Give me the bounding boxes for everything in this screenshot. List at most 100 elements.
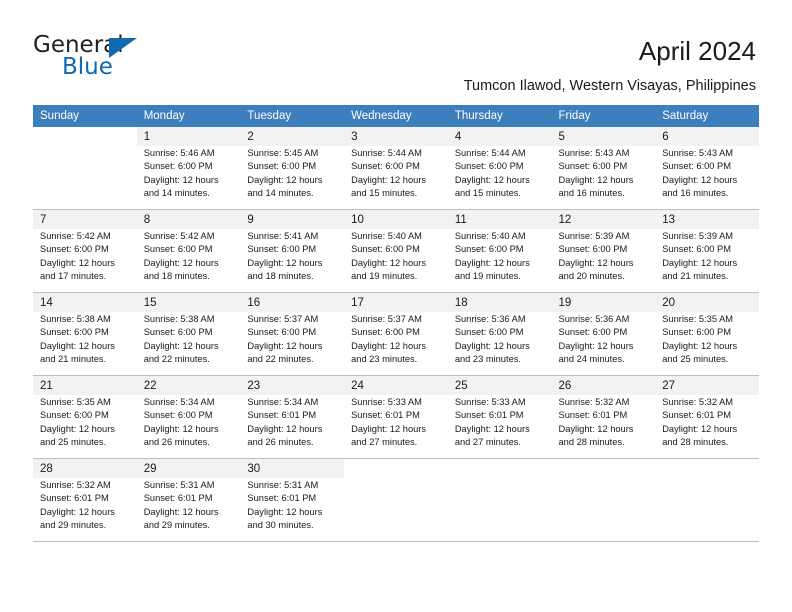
calendar-week-row: 28 Sunrise: 5:32 AM Sunset: 6:01 PM Dayl… [33,458,759,542]
day-info: Sunrise: 5:31 AM Sunset: 6:01 PM Dayligh… [143,480,219,531]
weekday-header-friday: Friday [551,105,656,127]
day-number: 7 [40,214,47,226]
day-info: Sunrise: 5:42 AM Sunset: 6:00 PM Dayligh… [40,231,115,282]
page-subtitle: Tumcon Ilawod, Western Visayas, Philippi… [463,78,756,94]
day-number: 20 [662,297,676,309]
calendar-day-cell[interactable]: 26 Sunrise: 5:32 AM Sunset: 6:01 PM Dayl… [551,375,656,459]
day-number: 11 [454,214,467,226]
day-number: 1 [143,131,151,143]
day-number: 5 [558,131,565,143]
calendar-day-cell [33,127,137,210]
calendar-day-cell[interactable]: 8 Sunrise: 5:42 AM Sunset: 6:00 PM Dayli… [136,209,241,293]
day-info: Sunrise: 5:43 AM Sunset: 6:00 PM Dayligh… [662,148,738,199]
day-number: 4 [454,131,462,143]
calendar-day-cell[interactable]: 10 Sunrise: 5:40 AM Sunset: 6:00 PM Dayl… [344,209,448,293]
day-info: Sunrise: 5:45 AM Sunset: 6:00 PM Dayligh… [247,148,323,199]
sunrise-sunset-calendar: Sunday Monday Tuesday Wednesday Thursday… [33,105,759,542]
day-number: 29 [143,463,157,475]
day-info: Sunrise: 5:35 AM Sunset: 6:00 PM Dayligh… [40,397,115,448]
day-number: 17 [351,297,364,309]
calendar-day-cell[interactable]: 30 Sunrise: 5:31 AM Sunset: 6:01 PM Dayl… [240,458,345,542]
calendar-day-cell[interactable]: 11 Sunrise: 5:40 AM Sunset: 6:00 PM Dayl… [447,209,552,293]
day-number: 22 [143,380,157,392]
calendar-day-cell[interactable]: 5 Sunrise: 5:43 AM Sunset: 6:00 PM Dayli… [551,127,656,210]
calendar-day-cell[interactable]: 20 Sunrise: 5:35 AM Sunset: 6:00 PM Dayl… [655,292,759,376]
weekday-header-monday: Monday [136,105,241,127]
logo-text-blue: Blue [62,54,113,80]
calendar-day-cell[interactable]: 15 Sunrise: 5:38 AM Sunset: 6:00 PM Dayl… [136,292,241,376]
calendar-day-cell[interactable]: 3 Sunrise: 5:44 AM Sunset: 6:00 PM Dayli… [344,127,448,210]
calendar-week-row: 21 Sunrise: 5:35 AM Sunset: 6:00 PM Dayl… [33,375,759,459]
calendar-day-cell[interactable]: 14 Sunrise: 5:38 AM Sunset: 6:00 PM Dayl… [33,292,137,376]
calendar-day-cell[interactable]: 6 Sunrise: 5:43 AM Sunset: 6:00 PM Dayli… [655,127,759,210]
day-info: Sunrise: 5:39 AM Sunset: 6:00 PM Dayligh… [662,231,738,282]
calendar-day-cell[interactable]: 23 Sunrise: 5:34 AM Sunset: 6:01 PM Dayl… [240,375,345,459]
day-number: 28 [40,463,53,475]
day-number: 3 [351,131,358,143]
day-info: Sunrise: 5:32 AM Sunset: 6:01 PM Dayligh… [558,397,634,448]
calendar-day-cell[interactable]: 13 Sunrise: 5:39 AM Sunset: 6:00 PM Dayl… [655,209,759,293]
day-number: 12 [558,214,572,226]
day-info: Sunrise: 5:34 AM Sunset: 6:00 PM Dayligh… [143,397,219,448]
day-number: 18 [454,297,468,309]
calendar-day-cell[interactable]: 27 Sunrise: 5:32 AM Sunset: 6:01 PM Dayl… [655,375,759,459]
day-number: 30 [247,463,261,475]
calendar-day-cell [655,458,759,542]
day-number [559,462,649,479]
calendar-day-cell[interactable]: 21 Sunrise: 5:35 AM Sunset: 6:00 PM Dayl… [33,375,137,459]
calendar-day-cell[interactable]: 25 Sunrise: 5:33 AM Sunset: 6:01 PM Dayl… [447,375,552,459]
calendar-day-cell[interactable]: 7 Sunrise: 5:42 AM Sunset: 6:00 PM Dayli… [33,209,137,293]
day-info: Sunrise: 5:32 AM Sunset: 6:01 PM Dayligh… [662,397,738,448]
calendar-day-cell[interactable]: 1 Sunrise: 5:46 AM Sunset: 6:00 PM Dayli… [136,127,241,210]
general-blue-logo[interactable]: General Blue [33,33,173,81]
calendar-day-cell[interactable]: 19 Sunrise: 5:36 AM Sunset: 6:00 PM Dayl… [551,292,656,376]
calendar-day-cell[interactable]: 22 Sunrise: 5:34 AM Sunset: 6:00 PM Dayl… [136,375,241,459]
day-number [351,462,441,479]
calendar-day-cell [344,458,448,542]
calendar-day-cell[interactable]: 28 Sunrise: 5:32 AM Sunset: 6:01 PM Dayl… [33,458,137,542]
day-number: 6 [662,131,669,143]
day-info: Sunrise: 5:36 AM Sunset: 6:00 PM Dayligh… [454,314,530,365]
calendar-day-cell[interactable]: 29 Sunrise: 5:31 AM Sunset: 6:01 PM Dayl… [136,458,241,542]
calendar-week-row: 1 Sunrise: 5:46 AM Sunset: 6:00 PM Dayli… [33,127,759,210]
day-number [455,462,545,479]
calendar-week-row: 14 Sunrise: 5:38 AM Sunset: 6:00 PM Dayl… [33,292,759,376]
calendar-day-cell[interactable]: 24 Sunrise: 5:33 AM Sunset: 6:01 PM Dayl… [344,375,448,459]
day-info: Sunrise: 5:40 AM Sunset: 6:00 PM Dayligh… [351,231,427,282]
day-number: 25 [454,380,468,392]
calendar-day-cell[interactable]: 16 Sunrise: 5:37 AM Sunset: 6:00 PM Dayl… [240,292,345,376]
day-number: 10 [351,214,364,226]
weekday-header-thursday: Thursday [447,105,552,127]
calendar-day-cell[interactable]: 4 Sunrise: 5:44 AM Sunset: 6:00 PM Dayli… [447,127,552,210]
day-info: Sunrise: 5:42 AM Sunset: 6:00 PM Dayligh… [143,231,219,282]
day-info: Sunrise: 5:38 AM Sunset: 6:00 PM Dayligh… [40,314,115,365]
calendar-day-cell[interactable]: 12 Sunrise: 5:39 AM Sunset: 6:00 PM Dayl… [551,209,656,293]
day-info: Sunrise: 5:46 AM Sunset: 6:00 PM Dayligh… [143,148,219,199]
calendar-body: 1 Sunrise: 5:46 AM Sunset: 6:00 PM Dayli… [33,127,759,542]
day-number: 16 [247,297,261,309]
calendar-day-cell[interactable]: 2 Sunrise: 5:45 AM Sunset: 6:00 PM Dayli… [240,127,345,210]
calendar-day-cell[interactable]: 18 Sunrise: 5:36 AM Sunset: 6:00 PM Dayl… [447,292,552,376]
calendar-day-cell[interactable]: 9 Sunrise: 5:41 AM Sunset: 6:00 PM Dayli… [240,209,345,293]
day-number: 15 [143,297,157,309]
day-info: Sunrise: 5:44 AM Sunset: 6:00 PM Dayligh… [351,148,427,199]
day-number: 21 [40,380,53,392]
weekday-header-sunday: Sunday [33,105,137,127]
calendar-day-cell[interactable]: 17 Sunrise: 5:37 AM Sunset: 6:00 PM Dayl… [344,292,448,376]
day-info: Sunrise: 5:35 AM Sunset: 6:00 PM Dayligh… [662,314,738,365]
calendar-page: General Blue April 2024 Tumcon Ilawod, W… [0,0,792,612]
calendar-week-row: 7 Sunrise: 5:42 AM Sunset: 6:00 PM Dayli… [33,209,759,293]
calendar-header-row: Sunday Monday Tuesday Wednesday Thursday… [33,105,759,127]
day-number: 9 [247,214,254,226]
day-info: Sunrise: 5:31 AM Sunset: 6:01 PM Dayligh… [247,480,323,531]
day-number: 27 [662,380,676,392]
day-info: Sunrise: 5:36 AM Sunset: 6:00 PM Dayligh… [558,314,634,365]
weekday-header-wednesday: Wednesday [344,105,448,127]
day-number: 26 [558,380,572,392]
day-info: Sunrise: 5:34 AM Sunset: 6:01 PM Dayligh… [247,397,323,448]
day-info: Sunrise: 5:43 AM Sunset: 6:00 PM Dayligh… [558,148,634,199]
weekday-header-tuesday: Tuesday [240,105,345,127]
day-number: 2 [247,131,254,143]
day-number [662,462,752,479]
page-title: April 2024 [638,36,756,66]
